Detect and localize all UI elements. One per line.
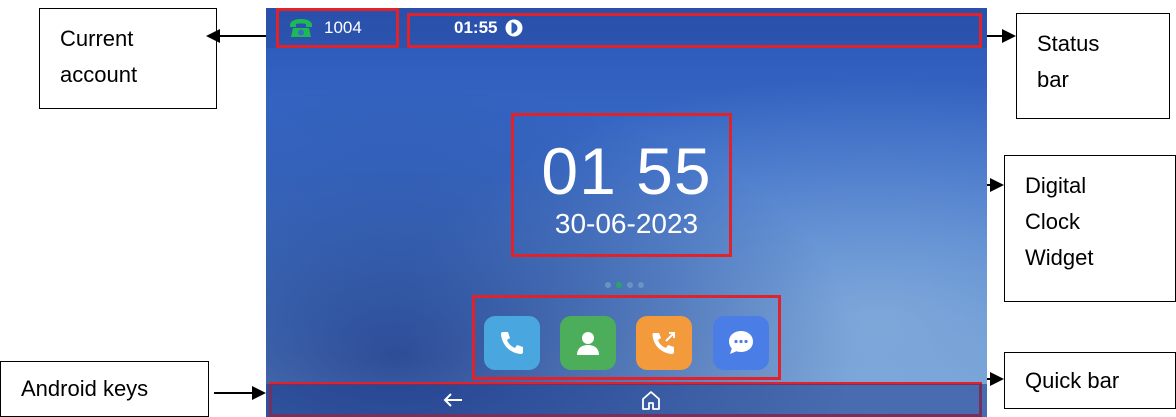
callout-current-account-label: Current account: [60, 26, 138, 87]
page-dot: [638, 282, 644, 288]
page-dot: [627, 282, 633, 288]
home-icon: [642, 391, 660, 410]
page-dot-active: [616, 282, 622, 288]
callout-android-keys: Android keys: [0, 361, 209, 417]
page-dot: [605, 282, 611, 288]
clock-time[interactable]: 01 55: [266, 136, 987, 206]
call-history-icon: [652, 332, 675, 354]
callout-digital-clock-widget-label: Digital Clock Widget: [1025, 173, 1094, 270]
phone-app-button[interactable]: [484, 316, 540, 370]
messages-icon: [729, 331, 753, 354]
highlight-status-bar: [407, 13, 982, 48]
callout-status-bar-label: Status bar: [1037, 31, 1100, 92]
phone-screen: 1004 01:55 01 55 30-06-2023: [266, 8, 987, 417]
callout-android-keys-label: Android keys: [21, 376, 149, 401]
callout-digital-clock-widget: Digital Clock Widget: [1004, 155, 1176, 302]
back-button[interactable]: [438, 386, 468, 414]
contacts-icon: [577, 332, 599, 355]
callout-status-bar: Status bar: [1016, 13, 1170, 119]
highlight-current-account: [276, 8, 399, 48]
page-indicator: [605, 282, 644, 288]
callout-quick-bar: Quick bar: [1004, 352, 1176, 409]
contacts-app-button[interactable]: [560, 316, 616, 370]
back-arrow-icon: [443, 393, 462, 407]
android-navigation-bar: [266, 384, 987, 417]
messages-app-button[interactable]: [713, 316, 769, 370]
callout-current-account: Current account: [39, 8, 217, 109]
call-history-app-button[interactable]: [636, 316, 692, 370]
home-button[interactable]: [636, 386, 666, 414]
callout-quick-bar-label: Quick bar: [1025, 368, 1120, 393]
phone-icon: [501, 332, 523, 354]
clock-date: 30-06-2023: [554, 208, 699, 239]
